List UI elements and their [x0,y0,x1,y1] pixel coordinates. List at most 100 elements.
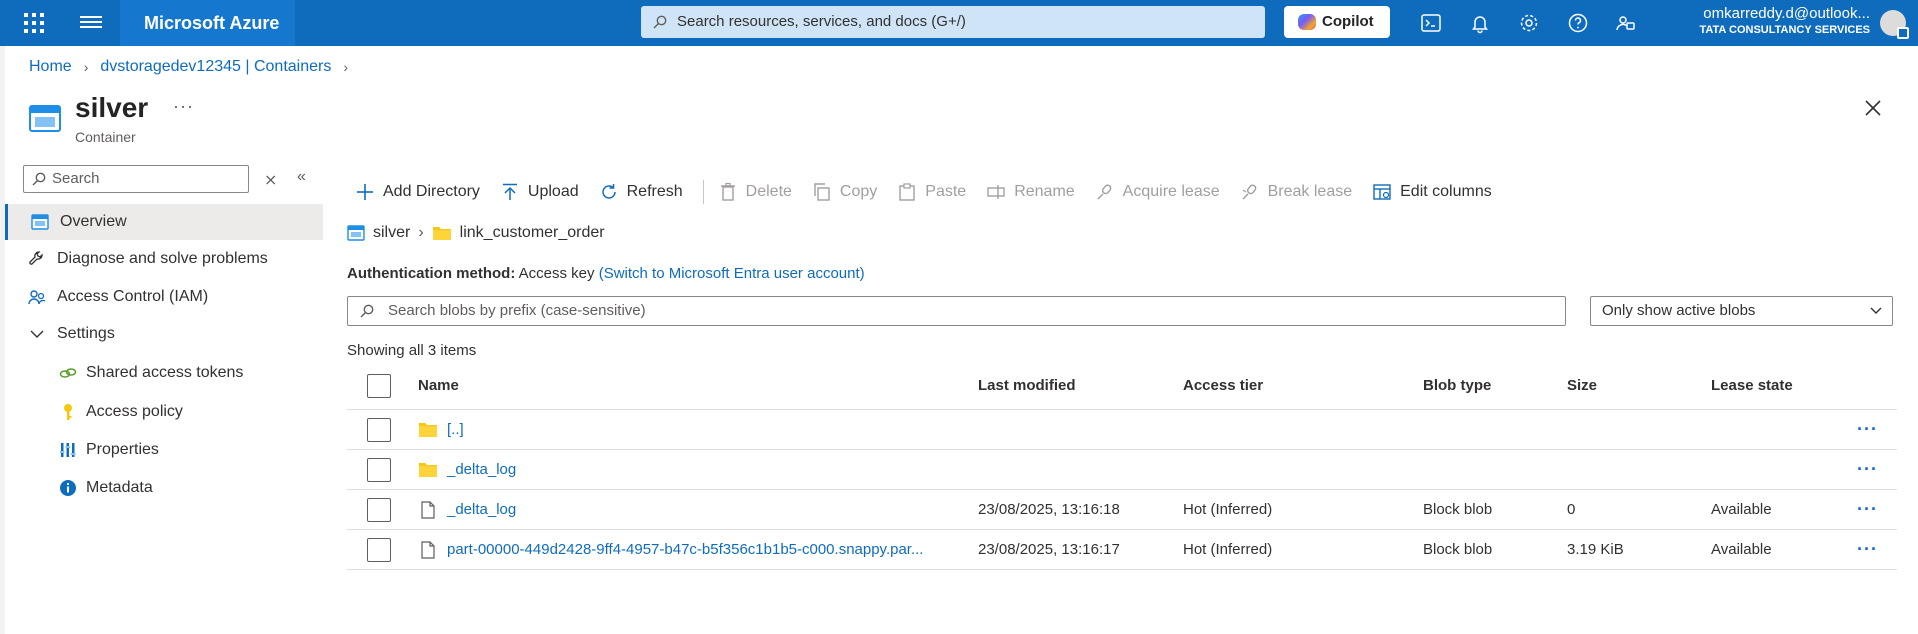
row-name-link[interactable]: _delta_log [447,461,516,478]
nav-item-iam[interactable]: Access Control (IAM) [5,279,323,315]
nav-item-settings[interactable]: Settings [5,316,323,352]
break-lease-icon [1242,184,1256,200]
notifications-icon[interactable] [1469,12,1491,34]
blob-filter-select[interactable]: Only show active blobs [1590,296,1893,326]
collapse-nav-icon[interactable]: « [297,168,306,186]
container-icon [29,105,61,132]
rename-button[interactable]: Rename [986,182,1075,202]
row-checkbox[interactable] [367,457,391,482]
columns-icon [1373,184,1391,200]
row-name-link[interactable]: part-00000-449d2428-9ff4-4957-b47c-b5f35… [447,541,923,558]
portal-menu-icon[interactable] [80,13,102,33]
col-tier[interactable]: Access tier [1183,362,1263,409]
delete-button[interactable]: Delete [718,182,792,202]
nav-item-label: Overview [60,213,127,230]
link-icon [59,368,77,378]
refresh-button[interactable]: Refresh [599,182,683,202]
chevron-down-icon [30,330,44,338]
properties-icon [60,443,76,457]
paste-icon [899,183,915,201]
account-user: omkarreddy.d@outlook... [1703,5,1870,22]
more-actions-button[interactable]: ··· [173,96,194,117]
path-folder[interactable]: link_customer_order [460,224,605,242]
copy-label: Copy [839,183,878,200]
blob-filter-value: Only show active blobs [1602,302,1756,319]
auth-value: Access key [518,265,595,282]
table-row[interactable]: [..] ··· [347,410,1897,450]
table-row[interactable]: _delta_log 23/08/2025, 13:16:18 Hot (Inf… [347,490,1897,530]
switch-auth-link[interactable]: (Switch to Microsoft Entra user account) [599,265,865,282]
key-icon [64,404,72,420]
nav-item-label: Settings [57,325,115,342]
app-launcher-icon[interactable] [22,11,46,35]
nav-item-label: Properties [86,441,159,458]
row-name-link[interactable]: _delta_log [447,501,516,518]
auth-method: Authentication method: Access key (Switc… [347,265,865,282]
row-more-button[interactable]: ··· [1857,499,1878,520]
row-lease: Available [1711,541,1772,558]
select-all-checkbox[interactable] [367,373,391,398]
col-modified[interactable]: Last modified [978,362,1076,409]
col-name[interactable]: Name [418,362,459,409]
main-panel: Home › dvstoragedev12345 | Containers › … [5,46,1918,634]
avatar[interactable] [1880,10,1909,39]
lease-icon [1097,184,1112,200]
nav-search-input[interactable]: Search [23,165,249,193]
nav-item-properties[interactable]: Properties [5,432,323,468]
row-checkbox[interactable] [367,497,391,522]
search-icon [653,15,667,29]
clear-search-icon[interactable]: ⨯ [264,170,278,189]
global-search-input[interactable]: Search resources, services, and docs (G+… [641,6,1265,38]
breadcrumb-containers[interactable]: dvstoragedev12345 | Containers [100,58,331,76]
table-row[interactable]: _delta_log ··· [347,450,1897,490]
auth-label: Authentication method: [347,265,516,282]
info-icon [60,480,76,496]
row-more-button[interactable]: ··· [1857,419,1878,440]
row-modified: 23/08/2025, 13:16:17 [978,541,1120,558]
acquire-lease-button[interactable]: Acquire lease [1095,182,1220,202]
row-more-button[interactable]: ··· [1857,539,1878,560]
brand-link[interactable]: Microsoft Azure [120,0,295,46]
row-checkbox[interactable] [367,537,391,562]
col-type[interactable]: Blob type [1423,362,1491,409]
settings-icon[interactable] [1518,12,1540,34]
paste-label: Paste [925,183,967,200]
add-directory-button[interactable]: Add Directory [355,182,480,202]
breadcrumb-home[interactable]: Home [29,58,72,76]
row-checkbox[interactable] [367,417,391,442]
nav-item-label: Shared access tokens [86,364,244,381]
edit-columns-button[interactable]: Edit columns [1372,182,1492,202]
chevron-right-icon: › [418,224,424,241]
col-lease[interactable]: Lease state [1711,362,1793,409]
row-lease: Available [1711,501,1772,518]
cloud-shell-icon[interactable] [1420,12,1442,34]
container-icon [31,214,49,230]
col-size[interactable]: Size [1567,362,1597,409]
row-size: 0 [1567,501,1576,518]
nav-item-diagnose[interactable]: Diagnose and solve problems [5,241,323,277]
account-menu[interactable]: omkarreddy.d@outlook... TATA CONSULTANCY… [1670,5,1870,37]
path-root[interactable]: silver [373,224,410,242]
help-icon[interactable] [1567,12,1589,34]
row-more-button[interactable]: ··· [1857,459,1878,480]
copy-button[interactable]: Copy [812,182,877,202]
table-row[interactable]: part-00000-449d2428-9ff4-4957-b47c-b5f35… [347,530,1897,570]
copilot-button[interactable]: Copilot [1284,6,1390,38]
nav-item-overview[interactable]: Overview [5,204,323,240]
row-name-link[interactable]: [..] [447,421,464,438]
nav-item-access-policy[interactable]: Access policy [5,394,323,430]
break-lease-button[interactable]: Break lease [1240,182,1352,202]
acquire-lease-label: Acquire lease [1122,183,1220,200]
trash-icon [720,182,735,201]
paste-button[interactable]: Paste [897,182,966,202]
close-icon[interactable] [1863,98,1883,118]
feedback-icon[interactable] [1614,12,1636,34]
account-org: TATA CONSULTANCY SERVICES [1699,24,1870,36]
blob-search-input[interactable]: Search blobs by prefix (case-sensitive) [347,296,1566,326]
chevron-right-icon: › [83,59,89,75]
upload-button[interactable]: Upload [500,182,579,202]
nav-item-shared-access-tokens[interactable]: Shared access tokens [5,355,323,391]
plus-icon [357,184,373,200]
nav-item-metadata[interactable]: Metadata [5,470,323,506]
search-icon [32,172,46,186]
